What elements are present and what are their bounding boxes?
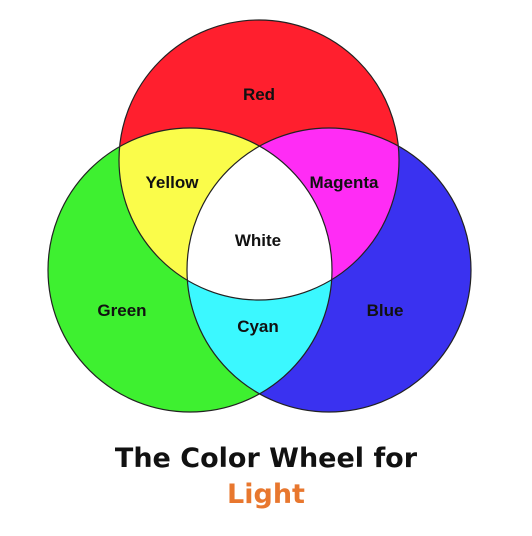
caption-highlight: Light (227, 479, 305, 510)
label-green: Green (97, 301, 146, 320)
label-magenta: Magenta (310, 173, 380, 192)
label-white: White (235, 231, 281, 250)
label-red: Red (243, 85, 275, 104)
color-wheel-diagram: Red Yellow Magenta White Green Cyan Blue (47, 19, 472, 413)
label-yellow: Yellow (146, 173, 200, 192)
caption-title: The Color Wheel for (114, 443, 418, 474)
label-cyan: Cyan (237, 317, 279, 336)
label-blue: Blue (367, 301, 404, 320)
